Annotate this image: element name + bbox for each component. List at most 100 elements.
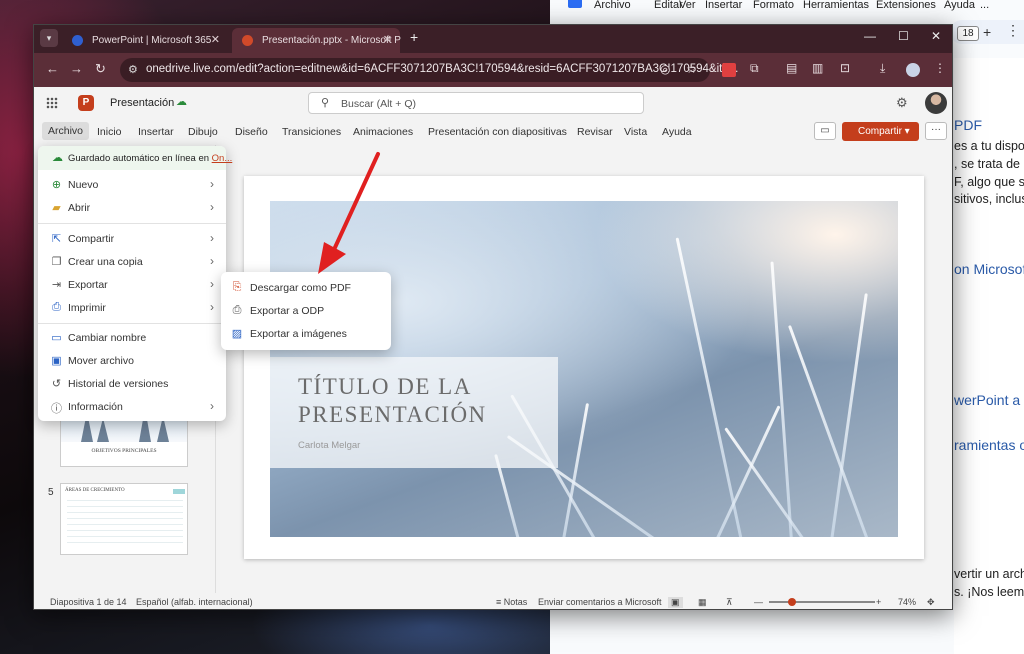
zoom-out-icon[interactable]: — bbox=[754, 597, 763, 607]
tab-transiciones[interactable]: Transiciones bbox=[282, 126, 341, 138]
minimize-icon[interactable]: — bbox=[864, 29, 876, 43]
menu-item-exportar-odp[interactable]: ⎙ Exportar a ODP bbox=[221, 300, 391, 323]
tab-diseno[interactable]: Diseño bbox=[235, 126, 268, 138]
bookmark-star-icon[interactable]: ☆ bbox=[686, 62, 697, 76]
menu-item-exportar[interactable]: ⇥ Exportar › bbox=[38, 274, 226, 296]
font-size-field[interactable]: 18 bbox=[957, 26, 979, 41]
zoom-in-icon[interactable]: + bbox=[876, 597, 881, 607]
address-bar-row: ← → ↻ ⚙ onedrive.live.com/edit?action=ed… bbox=[34, 53, 952, 87]
notes-label: Notas bbox=[503, 597, 528, 607]
reading-list-icon[interactable]: ▤ bbox=[786, 61, 797, 75]
docs-menu-archivo[interactable]: Archivo bbox=[594, 0, 631, 11]
chevron-right-icon: › bbox=[210, 254, 214, 268]
info-icon: ⓘ bbox=[51, 403, 62, 415]
close-window-icon[interactable]: ✕ bbox=[931, 29, 941, 43]
new-tab-button[interactable]: + bbox=[410, 29, 418, 45]
autosave-location-link[interactable]: On... bbox=[212, 153, 233, 164]
tab-ayuda[interactable]: Ayuda bbox=[662, 126, 692, 138]
docs-menu-ver[interactable]: Ver bbox=[679, 0, 696, 11]
avatar[interactable] bbox=[925, 92, 947, 114]
menu-item-imprimir[interactable]: ⎙ Imprimir › bbox=[38, 297, 226, 319]
reading-view-icon[interactable]: ⊼ bbox=[726, 597, 733, 608]
menu-item-historial[interactable]: ↺ Historial de versiones bbox=[38, 373, 226, 395]
menu-item-informacion[interactable]: ⓘ Información › bbox=[38, 396, 226, 418]
chevron-right-icon: › bbox=[210, 277, 214, 291]
more-options-icon[interactable]: ⋮ bbox=[1006, 22, 1020, 39]
image-export-icon: ▨ bbox=[231, 328, 243, 340]
zoom-slider[interactable] bbox=[769, 601, 875, 603]
tab-vista[interactable]: Vista bbox=[624, 126, 647, 138]
move-file-icon: ▣ bbox=[51, 355, 62, 367]
comments-button[interactable]: ▭ bbox=[814, 122, 836, 140]
language-indicator[interactable]: Español (alfab. internacional) bbox=[136, 597, 253, 607]
zoom-level[interactable]: 74% bbox=[898, 597, 916, 607]
fit-to-window-icon[interactable]: ✥ bbox=[927, 597, 935, 608]
menu-item-cambiar-nombre[interactable]: ▭ Cambiar nombre bbox=[38, 327, 226, 349]
slide-title[interactable]: TÍTULO DE LA PRESENTACIÓN bbox=[298, 373, 558, 429]
font-size-increase-button[interactable]: + bbox=[983, 24, 991, 40]
tab-animaciones[interactable]: Animaciones bbox=[353, 126, 413, 138]
docs-menu-formato[interactable]: Formato bbox=[753, 0, 794, 11]
menu-item-crear-copia[interactable]: ❐ Crear una copia › bbox=[38, 251, 226, 273]
docs-menu-ayuda[interactable]: Ayuda bbox=[944, 0, 975, 11]
slide-sorter-icon[interactable]: ▦ bbox=[698, 597, 707, 608]
site-info-icon[interactable]: ⚙ bbox=[128, 63, 138, 76]
eye-slash-icon[interactable]: ◎ bbox=[660, 62, 670, 76]
menu-item-exportar-imagenes[interactable]: ▨ Exportar a imágenes bbox=[221, 323, 391, 346]
menu-item-descargar-pdf[interactable]: ⎘ Descargar como PDF bbox=[221, 277, 391, 300]
tab-search-icon[interactable]: ▾ bbox=[40, 29, 58, 47]
docs-menu-more[interactable]: ... bbox=[980, 0, 989, 11]
menu-item-label: Crear una copia bbox=[68, 256, 143, 268]
tab-dibujo[interactable]: Dibujo bbox=[188, 126, 218, 138]
close-icon[interactable]: ✕ bbox=[211, 28, 220, 53]
browser-menu-icon[interactable]: ⋮ bbox=[934, 61, 946, 75]
tab-presentacion[interactable]: Presentación.pptx - Microsoft P ✕ bbox=[232, 28, 401, 53]
maximize-icon[interactable]: ☐ bbox=[898, 29, 909, 43]
tab-inicio[interactable]: Inicio bbox=[97, 126, 122, 138]
history-icon: ↺ bbox=[51, 378, 62, 390]
docs-text-line: sitivos, incluso bbox=[954, 192, 1024, 206]
menu-item-label: Mover archivo bbox=[68, 355, 134, 367]
normal-view-icon[interactable]: ▣ bbox=[668, 597, 683, 608]
profile-icon[interactable] bbox=[906, 63, 920, 77]
tab-presentacion-diapositivas[interactable]: Presentación con diapositivas bbox=[428, 126, 567, 138]
menu-item-label: Exportar a imágenes bbox=[250, 328, 347, 340]
reader-mode-icon[interactable]: ▥ bbox=[812, 61, 823, 75]
tab-insertar[interactable]: Insertar bbox=[138, 126, 174, 138]
extension-icon[interactable] bbox=[722, 63, 736, 77]
app-launcher-icon[interactable] bbox=[46, 97, 58, 109]
docs-text-line: es a tu dispos bbox=[954, 139, 1024, 153]
zoom-slider-handle[interactable] bbox=[788, 598, 796, 606]
tab-powerpoint-365[interactable]: PowerPoint | Microsoft 365 ✕ bbox=[62, 28, 228, 53]
docs-menu-herramientas[interactable]: Herramientas bbox=[803, 0, 869, 11]
tree-shape bbox=[97, 418, 109, 442]
menu-item-label: Nuevo bbox=[68, 179, 99, 191]
back-icon[interactable]: ← bbox=[46, 61, 59, 76]
url-field[interactable]: ⚙ onedrive.live.com/edit?action=editnew&… bbox=[120, 58, 738, 82]
screenshot-icon[interactable]: ⊡ bbox=[840, 61, 850, 75]
share-button[interactable]: Compartir ▾ bbox=[842, 122, 919, 141]
settings-gear-icon[interactable]: ⚙ bbox=[896, 95, 908, 111]
close-icon[interactable]: ✕ bbox=[383, 28, 392, 53]
more-options-button[interactable]: ··· bbox=[925, 122, 947, 140]
feedback-link[interactable]: Enviar comentarios a Microsoft bbox=[538, 597, 662, 607]
forward-icon[interactable]: → bbox=[70, 61, 83, 76]
copy-icon: ❐ bbox=[51, 256, 62, 268]
notes-button[interactable]: ≡ Notas bbox=[496, 597, 527, 607]
download-icon[interactable]: ⤓ bbox=[880, 61, 885, 76]
menu-item-mover-archivo[interactable]: ▣ Mover archivo bbox=[38, 350, 226, 372]
menu-item-compartir[interactable]: ⇱ Compartir › bbox=[38, 228, 226, 250]
extensions-puzzle-icon[interactable]: ⧉ bbox=[750, 61, 759, 76]
slide-subtitle[interactable]: Carlota Melgar bbox=[298, 440, 360, 451]
reload-icon[interactable]: ↻ bbox=[95, 61, 106, 77]
menu-item-abrir[interactable]: ▰ Abrir › bbox=[38, 197, 226, 219]
search-input[interactable]: ⚲ Buscar (Alt + Q) bbox=[308, 92, 644, 114]
docs-menu-extensiones[interactable]: Extensiones bbox=[876, 0, 936, 11]
tab-archivo[interactable]: Archivo bbox=[42, 122, 90, 140]
slide-thumbnail-5[interactable]: ÁREAS DE CRECIMIENTO bbox=[60, 483, 188, 555]
docs-menu-insertar[interactable]: Insertar bbox=[705, 0, 742, 11]
document-name[interactable]: Presentación bbox=[110, 97, 174, 109]
tab-revisar[interactable]: Revisar bbox=[577, 126, 613, 138]
menu-item-nuevo[interactable]: ⊕ Nuevo › bbox=[38, 174, 226, 196]
menu-item-label: Información bbox=[68, 401, 123, 413]
